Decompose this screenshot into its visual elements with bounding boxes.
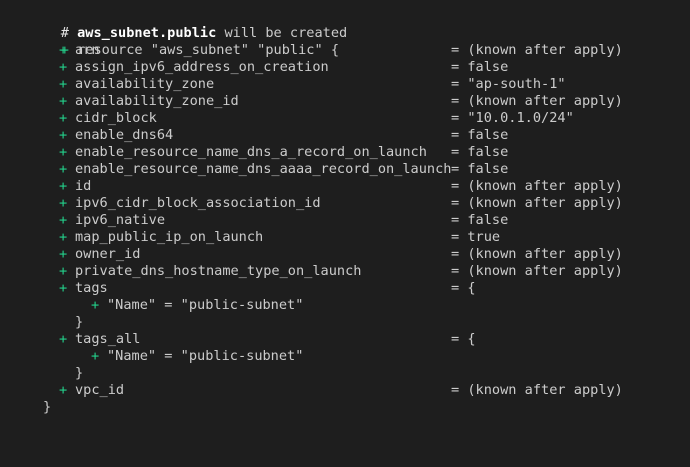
attribute-row: + enable_resource_name_dns_aaaa_record_o… xyxy=(0,161,508,178)
closing-brace: } xyxy=(75,314,84,330)
tags-all-close-row: } xyxy=(0,365,83,382)
attribute-row: + availability_zone = "ap-south-1" xyxy=(0,76,566,93)
create-plus-marker: + xyxy=(59,42,68,58)
attribute-name: owner_id xyxy=(75,246,141,262)
attribute-name: map_public_ip_on_launch xyxy=(75,229,264,245)
attribute-name: private_dns_hostname_type_on_launch xyxy=(75,263,362,279)
attribute-value: = (known after apply) xyxy=(451,263,623,279)
tags-all-attribute-row: + tags_all = { xyxy=(0,331,476,348)
attribute-value: = "ap-south-1" xyxy=(451,76,566,92)
create-plus-marker: + xyxy=(59,144,68,160)
create-plus-marker: + xyxy=(59,110,68,126)
attribute-row: + ipv6_cidr_block_association_id = (know… xyxy=(0,195,623,212)
create-plus-marker: + xyxy=(59,59,68,75)
create-plus-marker: + xyxy=(59,195,68,211)
resource-closing-brace: } xyxy=(43,399,52,415)
attribute-value: = (known after apply) xyxy=(451,195,623,211)
create-plus-marker: + xyxy=(59,93,68,109)
attribute-name: tags_all xyxy=(75,331,141,347)
attribute-value: = (known after apply) xyxy=(451,246,623,262)
attribute-row: + ipv6_native = false xyxy=(0,212,508,229)
create-plus-marker: + xyxy=(59,212,68,228)
create-plus-marker: + xyxy=(91,297,100,313)
attribute-name: ipv6_native xyxy=(75,212,166,228)
attribute-row: + owner_id = (known after apply) xyxy=(0,246,623,263)
attribute-name: availability_zone xyxy=(75,76,215,92)
resource-declaration: resource "aws_subnet" "public" { xyxy=(77,42,340,58)
attribute-name: enable_resource_name_dns_aaaa_record_on_… xyxy=(75,161,452,177)
tag-entry: "Name" = "public-subnet" xyxy=(107,297,304,313)
terminal-output: # aws_subnet.public will be created + re… xyxy=(0,0,690,431)
attribute-row: + enable_resource_name_dns_a_record_on_l… xyxy=(0,144,508,161)
create-plus-marker: + xyxy=(59,178,68,194)
attribute-row: + map_public_ip_on_launch = true xyxy=(0,229,500,246)
attribute-row: + availability_zone_id = (known after ap… xyxy=(0,93,623,110)
attribute-value: = true xyxy=(451,229,501,245)
attribute-name: assign_ipv6_address_on_creation xyxy=(75,59,329,75)
attribute-value: = false xyxy=(451,59,509,75)
attribute-name: availability_zone_id xyxy=(75,93,239,109)
attribute-value: = false xyxy=(451,161,509,177)
create-plus-marker: + xyxy=(59,161,68,177)
attribute-name: tags xyxy=(75,280,108,296)
tag-entry: "Name" = "public-subnet" xyxy=(107,348,304,364)
attribute-name: vpc_id xyxy=(75,382,125,398)
attribute-value: = { xyxy=(451,280,476,296)
attribute-row: + enable_dns64 = false xyxy=(0,127,508,144)
tags-close-row: } xyxy=(0,314,83,331)
resource-close-row: } xyxy=(0,399,51,416)
attribute-row: + cidr_block = "10.0.1.0/24" xyxy=(0,110,574,127)
attribute-value: = false xyxy=(451,127,509,143)
attribute-name: cidr_block xyxy=(75,110,157,126)
create-plus-marker: + xyxy=(59,229,68,245)
attribute-value: = "10.0.1.0/24" xyxy=(451,110,574,126)
attribute-value: = (known after apply) xyxy=(451,178,623,194)
create-plus-marker: + xyxy=(59,127,68,143)
attribute-name: enable_dns64 xyxy=(75,127,174,143)
resource-declaration-line: + resource "aws_subnet" "public" { xyxy=(28,25,339,58)
attribute-value: = (known after apply) xyxy=(451,382,623,398)
attribute-row: + arn = (known after apply) xyxy=(0,42,623,59)
attribute-value: = false xyxy=(451,144,509,160)
tags-attribute-row: + tags = { xyxy=(0,280,476,297)
tags-entry-row: + "Name" = "public-subnet" xyxy=(0,297,303,314)
attribute-row: + id = (known after apply) xyxy=(0,178,623,195)
create-plus-marker: + xyxy=(59,76,68,92)
attribute-row: + private_dns_hostname_type_on_launch = … xyxy=(0,263,623,280)
attribute-value: = false xyxy=(451,212,509,228)
plan-comment-line: # aws_subnet.public will be created xyxy=(28,8,347,41)
attribute-name: id xyxy=(75,178,92,194)
create-plus-marker: + xyxy=(59,280,68,296)
attribute-row: + assign_ipv6_address_on_creation = fals… xyxy=(0,59,508,76)
attribute-name: arn xyxy=(75,42,100,58)
create-plus-marker: + xyxy=(59,331,68,347)
create-plus-marker: + xyxy=(91,348,100,364)
attribute-value: = (known after apply) xyxy=(451,42,623,58)
attribute-name: enable_resource_name_dns_a_record_on_lau… xyxy=(75,144,427,160)
attribute-value: = (known after apply) xyxy=(451,93,623,109)
create-plus-marker: + xyxy=(59,382,68,398)
attribute-row: + vpc_id = (known after apply) xyxy=(0,382,623,399)
tags-all-entry-row: + "Name" = "public-subnet" xyxy=(0,348,303,365)
create-plus-marker: + xyxy=(59,263,68,279)
attribute-value: = { xyxy=(451,331,476,347)
closing-brace: } xyxy=(75,365,84,381)
create-plus-marker: + xyxy=(59,246,68,262)
attribute-name: ipv6_cidr_block_association_id xyxy=(75,195,321,211)
